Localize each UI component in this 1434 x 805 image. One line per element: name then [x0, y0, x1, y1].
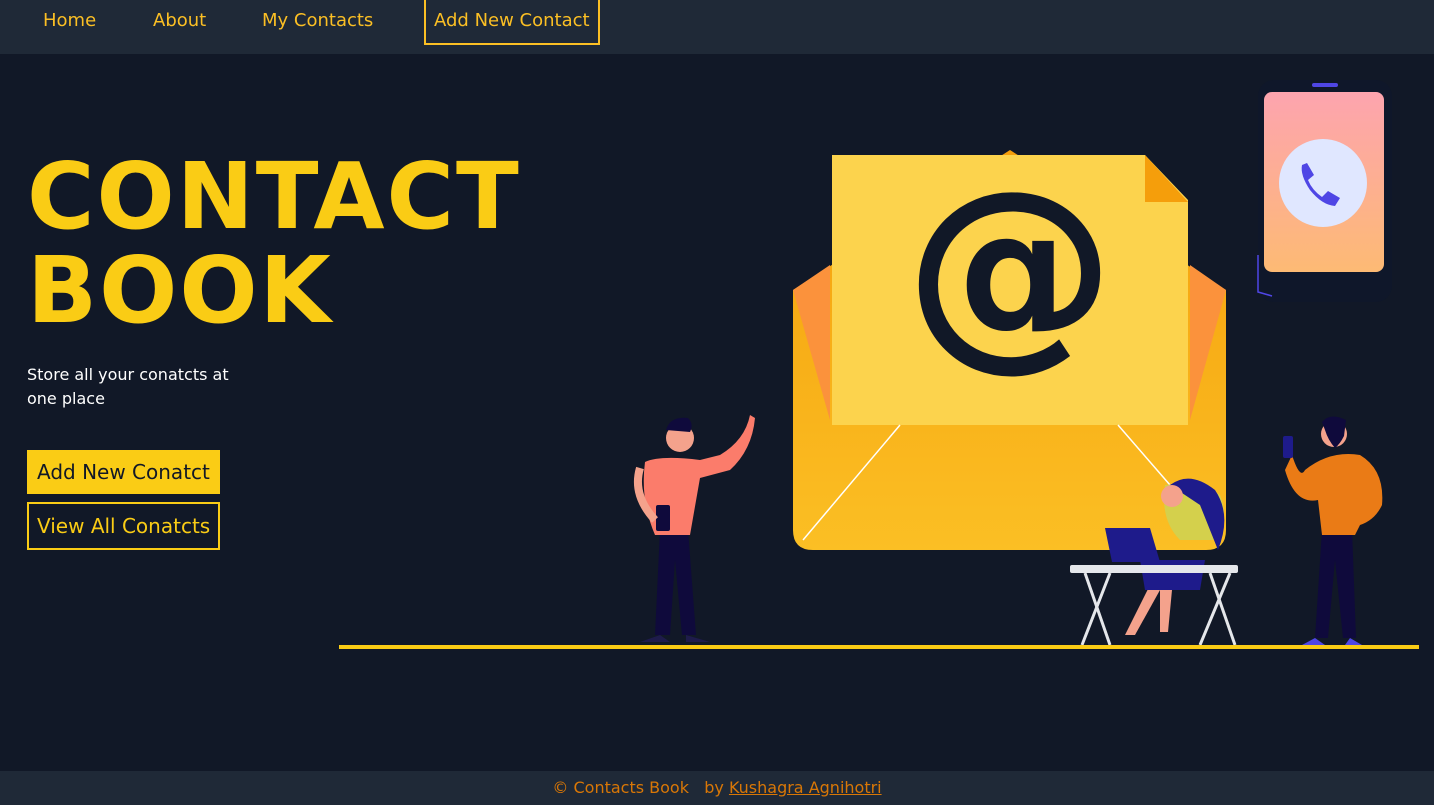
add-new-contact-button[interactable]: Add New Conatct — [27, 450, 220, 494]
footer: © Contacts Book by Kushagra Agnihotri — [0, 771, 1434, 805]
nav-add-new-contact-link[interactable]: Add New Contact — [424, 0, 600, 45]
man-pointing-illustration — [633, 415, 755, 642]
envelope-icon: @ — [793, 145, 1226, 550]
footer-by: by — [704, 778, 724, 797]
nav-about-link[interactable]: About — [153, 10, 206, 32]
footer-author-link[interactable]: Kushagra Agnihotri — [729, 778, 882, 797]
footer-copyright: © Contacts Book — [552, 778, 689, 797]
nav-home-link[interactable]: Home — [43, 10, 96, 32]
navbar: Home About My Contacts Add New Contact — [0, 0, 1434, 54]
at-symbol: @ — [905, 145, 1115, 390]
view-all-contacts-button[interactable]: View All Conatcts — [27, 502, 221, 550]
phone-icon — [1257, 80, 1392, 302]
contact-illustration: @ — [339, 80, 1419, 649]
nav-my-contacts-link[interactable]: My Contacts — [262, 10, 373, 32]
hero-tagline: Store all your conatcts at one place — [27, 365, 229, 408]
man-phone-illustration — [1283, 416, 1383, 645]
